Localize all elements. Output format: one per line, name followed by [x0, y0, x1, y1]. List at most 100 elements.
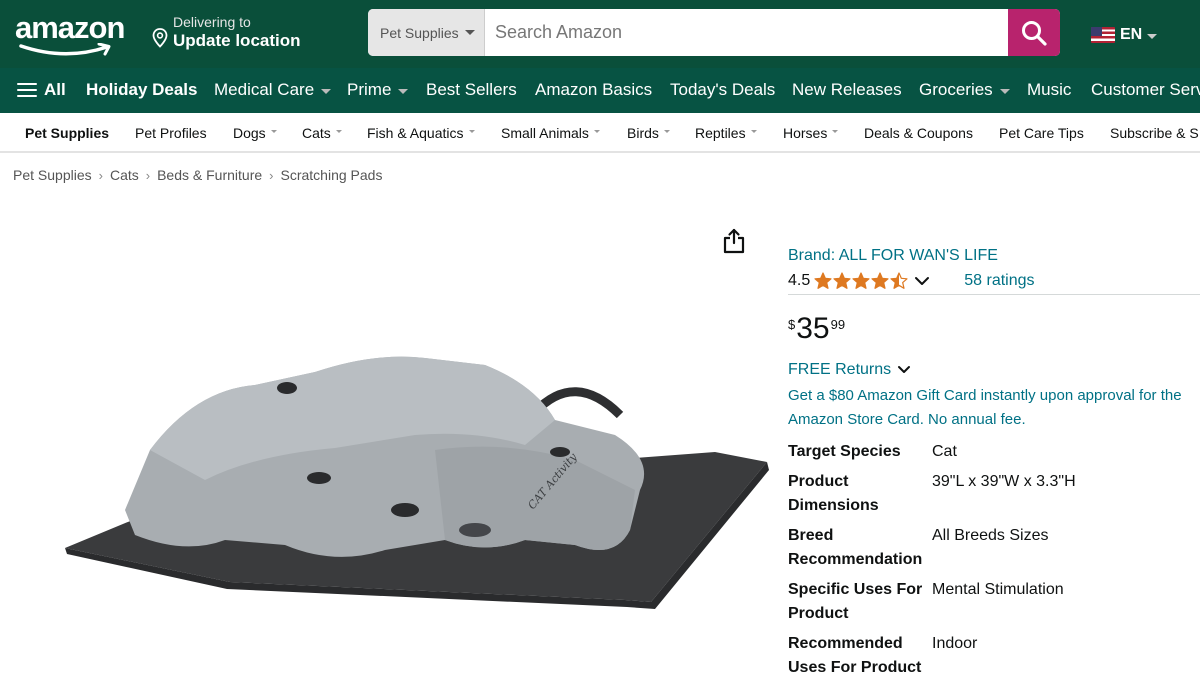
caret-down-icon: [464, 30, 475, 35]
breadcrumb: Pet Supplies › Cats › Beds & Furniture ›…: [13, 167, 382, 183]
spec-key: Specific Uses For Product: [788, 581, 923, 622]
subnav-pet-profiles[interactable]: Pet Profiles: [135, 125, 207, 141]
subnav-small-animals[interactable]: Small Animals: [501, 125, 600, 141]
spec-value: 39"L x 39"W x 3.3"H: [932, 473, 1076, 490]
breadcrumb-pet-supplies[interactable]: Pet Supplies: [13, 167, 92, 183]
search-category-dropdown[interactable]: Pet Supplies: [368, 9, 485, 56]
subnav-subscribe-save[interactable]: Subscribe & S: [1110, 125, 1199, 141]
subnav-reptiles-label: Reptiles: [695, 125, 746, 141]
nav-prime-label: Prime: [347, 80, 392, 99]
subnav-birds-label: Birds: [627, 125, 659, 141]
chevron-right-icon: ›: [98, 167, 103, 183]
store-card-promo-link[interactable]: Get a $80 Amazon Gift Card instantly upo…: [788, 384, 1198, 432]
price-fraction: 99: [830, 317, 846, 332]
caret-down-icon: [468, 129, 475, 133]
amazon-logo[interactable]: amazon: [15, 10, 133, 58]
subnav-horses[interactable]: Horses: [783, 125, 839, 141]
subnav-cats[interactable]: Cats: [302, 125, 342, 141]
nav-best-sellers[interactable]: Best Sellers: [426, 80, 517, 100]
nav-holiday-deals[interactable]: Holiday Deals: [86, 80, 198, 100]
product-specs-table: Target Species Cat Product Dimensions 39…: [788, 440, 1200, 680]
breadcrumb-beds-furniture[interactable]: Beds & Furniture: [157, 167, 262, 183]
spec-row: Recommended Uses For Product Indoor: [788, 632, 1200, 680]
caret-down-icon: [999, 88, 1010, 94]
smile-arrow-icon: [19, 43, 111, 56]
rating-row: 4.5 58 ratings: [788, 270, 1035, 292]
nav-music[interactable]: Music: [1027, 80, 1071, 100]
location-pin-icon: [152, 28, 168, 48]
breadcrumb-cats[interactable]: Cats: [110, 167, 139, 183]
nav-customer-service-label: Customer Serv: [1091, 80, 1200, 99]
caret-down-icon: [270, 129, 277, 133]
ratings-count-link[interactable]: 58 ratings: [964, 272, 1034, 290]
spec-row: Product Dimensions 39"L x 39"W x 3.3"H: [788, 470, 1200, 518]
nav-all[interactable]: All: [17, 80, 66, 100]
search-category-label: Pet Supplies: [380, 24, 459, 41]
language-selector[interactable]: EN: [1091, 26, 1158, 44]
nav-todays-deals[interactable]: Today's Deals: [670, 80, 775, 100]
price-whole: 35: [796, 312, 830, 345]
free-returns-label: FREE Returns: [788, 361, 892, 378]
price: $ 35 99: [788, 313, 845, 345]
spec-value: Indoor: [932, 635, 978, 652]
subnav-dogs[interactable]: Dogs: [233, 125, 277, 141]
nav-prime[interactable]: Prime: [347, 80, 409, 100]
spec-value: All Breeds Sizes: [932, 527, 1049, 544]
subnav-pet-care-tips[interactable]: Pet Care Tips: [999, 125, 1084, 141]
subnav-reptiles[interactable]: Reptiles: [695, 125, 757, 141]
nav-todays-deals-label: Today's Deals: [670, 80, 776, 99]
product-image[interactable]: CAT Activity: [55, 330, 770, 620]
spec-row: Target Species Cat: [788, 440, 1200, 464]
subnav-fish-aquatics[interactable]: Fish & Aquatics: [367, 125, 475, 141]
breadcrumb-scratching-pads[interactable]: Scratching Pads: [281, 167, 383, 183]
deliver-label: Delivering to: [173, 14, 251, 30]
nav-medical-care[interactable]: Medical Care: [214, 80, 332, 100]
subnav-fish-aquatics-label: Fish & Aquatics: [367, 125, 464, 141]
caret-down-icon: [335, 129, 342, 133]
nav-amazon-basics-label: Amazon Basics: [535, 80, 653, 99]
search-bar: Pet Supplies: [368, 9, 1060, 56]
subnav-subscribe-save-label: Subscribe & S: [1110, 125, 1199, 141]
update-location-label: Update location: [173, 31, 301, 50]
nav-groceries-label: Groceries: [919, 80, 993, 99]
subnav-cats-label: Cats: [302, 125, 331, 141]
search-input[interactable]: [485, 9, 1008, 56]
nav-amazon-basics[interactable]: Amazon Basics: [535, 80, 652, 100]
star-icon: [871, 272, 889, 289]
spec-key: Product Dimensions: [788, 473, 879, 514]
subnav-birds[interactable]: Birds: [627, 125, 670, 141]
spec-key: Target Species: [788, 443, 901, 460]
nav-new-releases-label: New Releases: [792, 80, 902, 99]
brand-link[interactable]: Brand: ALL FOR WAN'S LIFE: [788, 247, 998, 265]
share-icon[interactable]: [722, 228, 746, 254]
nav-groceries[interactable]: Groceries: [919, 80, 1010, 100]
nav-best-sellers-label: Best Sellers: [426, 80, 517, 99]
caret-down-icon: [398, 88, 409, 94]
subnav-pet-supplies[interactable]: Pet Supplies: [25, 125, 109, 141]
spec-value: Cat: [932, 443, 957, 460]
nav-new-releases[interactable]: New Releases: [792, 80, 902, 100]
free-returns-link[interactable]: FREE Returns: [788, 361, 911, 379]
chevron-down-icon: [898, 366, 911, 373]
caret-down-icon: [750, 129, 757, 133]
spec-value: Mental Stimulation: [932, 581, 1064, 598]
star-icon: [890, 272, 908, 289]
search-button[interactable]: [1008, 9, 1060, 56]
nav-customer-service[interactable]: Customer Serv: [1091, 80, 1200, 100]
star-icon: [814, 272, 832, 289]
spec-row: Breed Recommendation All Breeds Sizes: [788, 524, 1200, 572]
subnav-deals-coupons[interactable]: Deals & Coupons: [864, 125, 973, 141]
search-icon: [1022, 20, 1047, 46]
star-icon: [852, 272, 870, 289]
chevron-down-icon[interactable]: [914, 275, 930, 287]
hamburger-menu-icon: [17, 82, 37, 98]
divider: [788, 294, 1200, 295]
subnav-pet-care-tips-label: Pet Care Tips: [999, 125, 1084, 141]
star-icon: [833, 272, 851, 289]
us-flag-icon: [1091, 27, 1115, 43]
chevron-right-icon: ›: [269, 167, 274, 183]
main-nav: All Holiday Deals Medical Care Prime Bes…: [0, 68, 1200, 113]
star-rating[interactable]: [814, 272, 908, 290]
category-sub-nav: Pet Supplies Pet Profiles Dogs Cats Fish…: [0, 113, 1200, 153]
caret-down-icon: [663, 129, 670, 133]
